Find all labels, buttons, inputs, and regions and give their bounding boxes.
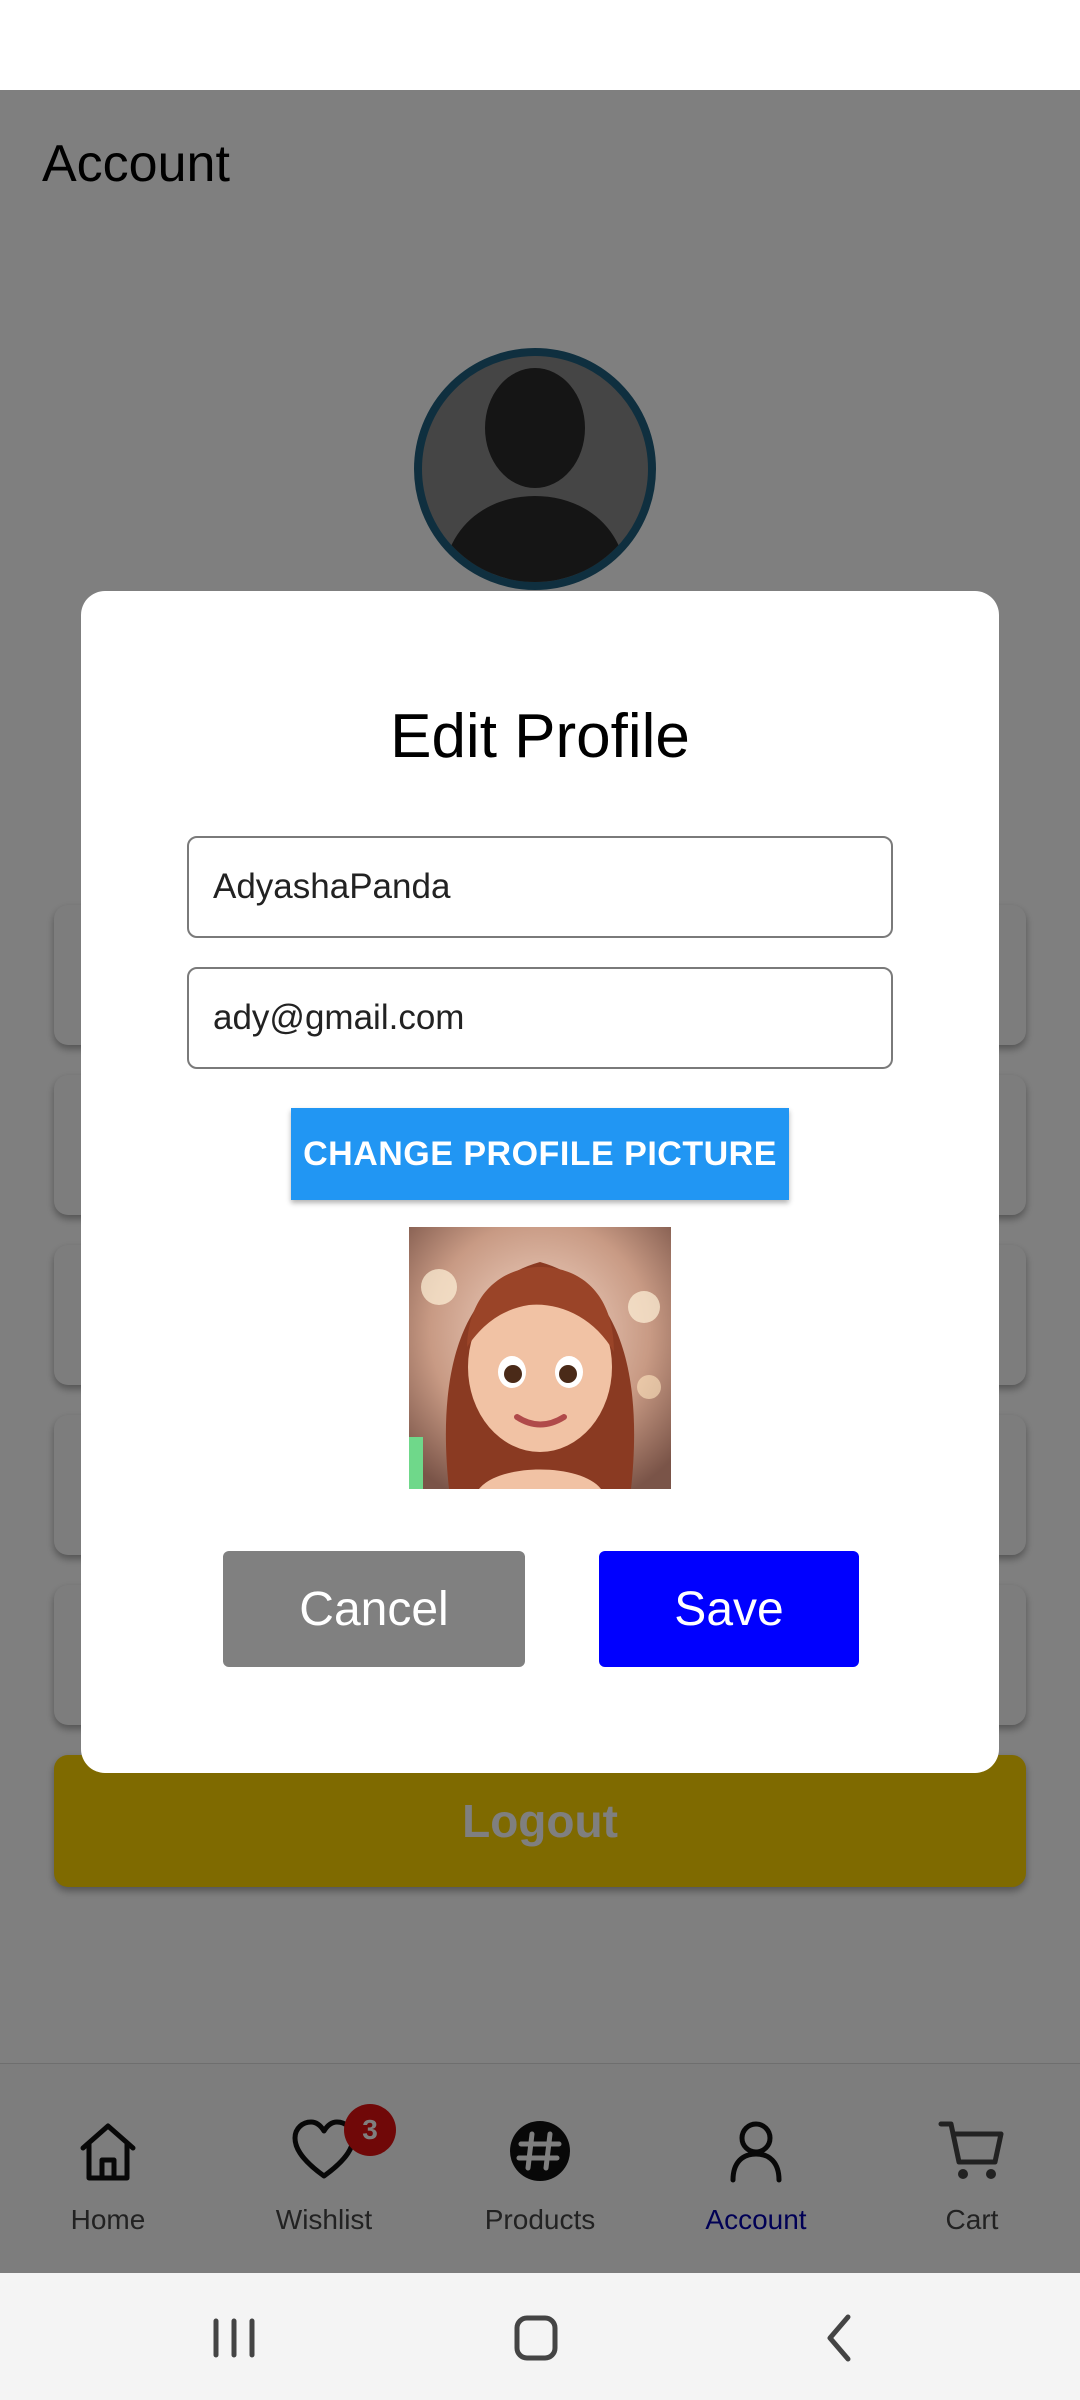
avatar-portrait-image	[409, 1227, 671, 1489]
edit-profile-dialog: Edit Profile CHANGE PROFILE PICTURE	[81, 591, 999, 1773]
back-icon[interactable]	[800, 2303, 880, 2373]
system-navigation-bar	[0, 2273, 1080, 2400]
profile-picture-preview	[409, 1227, 671, 1489]
home-system-icon[interactable]	[496, 2303, 576, 2373]
email-field[interactable]	[187, 967, 893, 1069]
cancel-button[interactable]: Cancel	[223, 1551, 525, 1667]
save-button[interactable]: Save	[599, 1551, 859, 1667]
username-field[interactable]	[187, 836, 893, 938]
dialog-title: Edit Profile	[390, 702, 690, 771]
recent-apps-icon[interactable]	[194, 2303, 274, 2373]
status-bar	[0, 0, 1080, 90]
change-profile-picture-button[interactable]: CHANGE PROFILE PICTURE	[291, 1108, 789, 1200]
